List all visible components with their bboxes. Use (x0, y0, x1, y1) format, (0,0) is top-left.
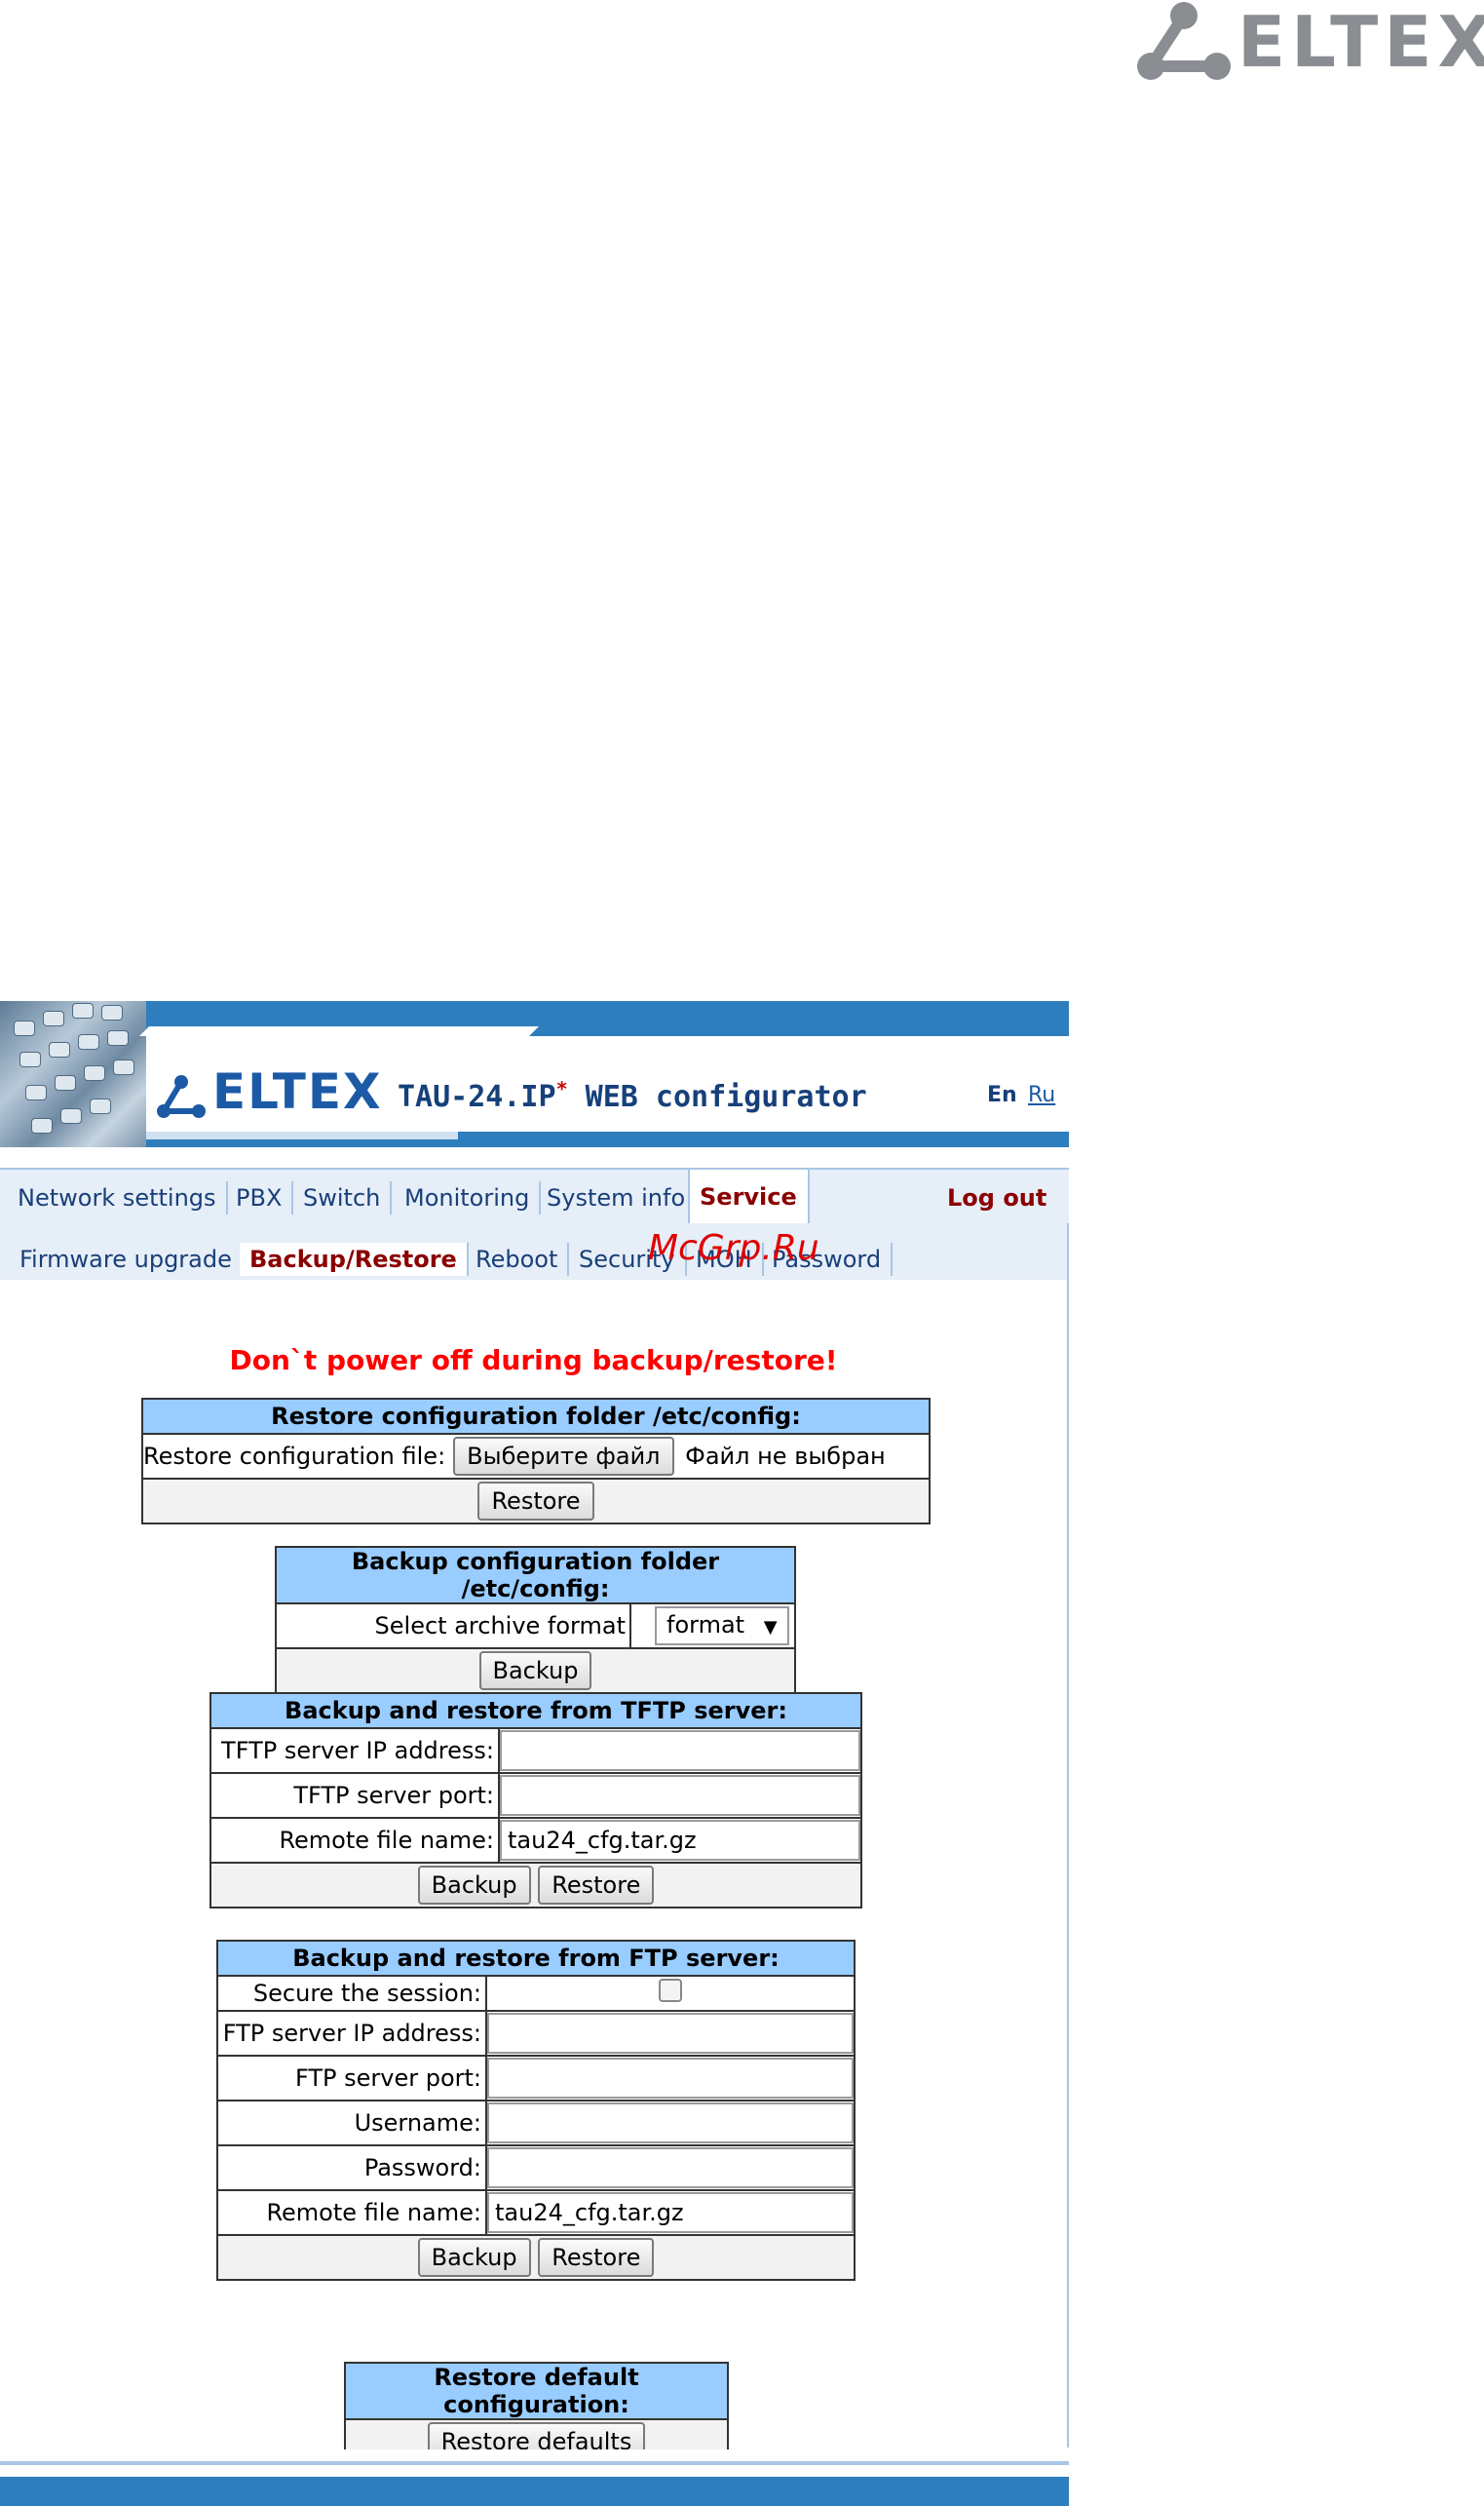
main-menu: Network settings PBX Switch Monitoring S… (0, 1168, 1069, 1226)
page-logo: ELTEX (1135, 0, 1484, 88)
header-logo-text: ELTEX (212, 1063, 383, 1120)
ftp-password-label: Password: (216, 2144, 487, 2191)
ftp-table: Backup and restore from FTP server: Secu… (216, 1940, 856, 2281)
choose-file-button[interactable]: Выберите файл (453, 1437, 674, 1476)
ftp-ip-label: FTP server IP address: (216, 2010, 487, 2057)
restore-config-table: Restore configuration folder /etc/config… (140, 1398, 931, 1524)
restore-defaults-title: Restore default configuration: (344, 2362, 729, 2420)
main-content: Don`t power off during backup/restore! R… (0, 1280, 1069, 2465)
model-mark: * (555, 1077, 568, 1100)
tftp-table: Backup and restore from TFTP server: TFT… (209, 1692, 862, 1908)
tftp-port-input[interactable] (500, 1775, 860, 1816)
menu-service[interactable]: Service (688, 1170, 810, 1226)
page-logo-text: ELTEX (1237, 1, 1484, 83)
submenu-backup-restore[interactable]: Backup/Restore (240, 1243, 469, 1276)
power-warning: Don`t power off during backup/restore! (229, 1344, 838, 1376)
tftp-ip-label: TFTP server IP address: (209, 1727, 500, 1774)
lang-en-link[interactable]: En (987, 1083, 1017, 1107)
tftp-file-label: Remote file name: (209, 1817, 500, 1864)
archive-format-select[interactable]: format ▼ (655, 1606, 789, 1645)
backup-config-title: Backup configuration folder /etc/config: (275, 1546, 796, 1604)
menu-monitoring[interactable]: Monitoring (395, 1181, 542, 1214)
ftp-port-label: FTP server port: (216, 2055, 487, 2101)
menu-system-info[interactable]: System info (537, 1181, 698, 1214)
ftp-port-input[interactable] (487, 2058, 854, 2099)
ftp-backup-button[interactable]: Backup (417, 2238, 531, 2277)
header-top-bar (146, 1001, 1069, 1036)
watermark: McGrp.Ru (648, 1228, 819, 1268)
submenu-firmware-upgrade[interactable]: Firmware upgrade (10, 1243, 244, 1276)
web-configurator-window: ELTEX TAU-24.IP* WEB configurator En Ru … (0, 1001, 1069, 2506)
ftp-secure-checkbox[interactable] (659, 1979, 682, 2002)
archive-format-label: Select archive format (275, 1602, 631, 1649)
submenu-reboot[interactable]: Reboot (466, 1243, 570, 1276)
header-bottom-bar (146, 1132, 1069, 1147)
ftp-secure-label: Secure the session: (216, 1975, 487, 2012)
ftp-file-input[interactable]: tau24_cfg.tar.gz (487, 2192, 854, 2233)
ftp-username-input[interactable] (487, 2102, 854, 2143)
lang-ru-link[interactable]: Ru (1028, 1083, 1055, 1107)
restore-file-button[interactable]: Restore (477, 1482, 594, 1521)
tftp-file-input[interactable]: tau24_cfg.tar.gz (500, 1820, 860, 1861)
header-title-suffix: WEB configurator (585, 1080, 867, 1114)
dropdown-arrow-icon: ▼ (763, 1617, 778, 1638)
backup-button[interactable]: Backup (478, 1651, 592, 1690)
tftp-title: Backup and restore from TFTP server: (209, 1692, 862, 1729)
tftp-ip-input[interactable] (500, 1730, 860, 1771)
header-title: TAU-24.IP* WEB configurator (398, 1077, 867, 1114)
footer-bar (0, 2477, 1069, 2506)
ftp-title: Backup and restore from FTP server: (216, 1940, 856, 1977)
header-keypad-photo (0, 1001, 146, 1147)
header: ELTEX TAU-24.IP* WEB configurator En Ru (0, 1001, 1069, 1147)
archive-format-value: format (666, 1611, 745, 1639)
tftp-restore-button[interactable]: Restore (538, 1866, 655, 1905)
restore-file-label: Restore configuration file: (140, 1433, 450, 1480)
ftp-password-input[interactable] (487, 2147, 854, 2188)
device-model: TAU-24.IP (398, 1080, 556, 1114)
backup-config-table: Backup configuration folder /etc/config:… (275, 1546, 796, 1694)
menu-network-settings[interactable]: Network settings (8, 1181, 228, 1214)
tftp-port-label: TFTP server port: (209, 1772, 500, 1819)
tftp-backup-button[interactable]: Backup (417, 1866, 531, 1905)
ftp-file-label: Remote file name: (216, 2189, 487, 2236)
menu-switch[interactable]: Switch (293, 1181, 393, 1214)
sub-menu: Firmware upgrade Backup/Restore Reboot S… (0, 1223, 1069, 1280)
footer (0, 2449, 1069, 2506)
eltex-header-mark-icon (157, 1075, 206, 1118)
no-file-chosen-text: Файл не выбран (685, 1443, 886, 1470)
logout-link[interactable]: Log out (947, 1181, 1046, 1214)
menu-pbx[interactable]: PBX (226, 1181, 294, 1214)
footer-line (0, 2461, 1069, 2465)
ftp-ip-input[interactable] (487, 2013, 854, 2054)
restore-config-title: Restore configuration folder /etc/config… (141, 1398, 931, 1435)
eltex-logo-mark-icon (1137, 2, 1231, 80)
ftp-restore-button[interactable]: Restore (538, 2238, 655, 2277)
ftp-username-label: Username: (216, 2100, 487, 2146)
